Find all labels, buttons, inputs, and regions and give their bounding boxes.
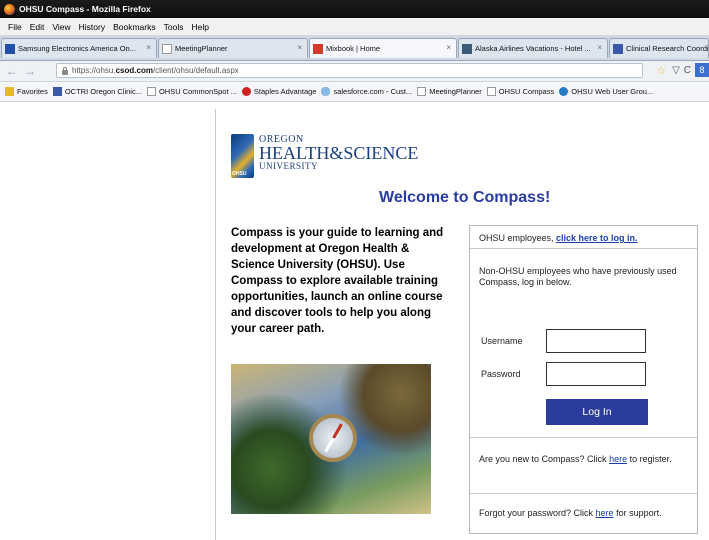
tab-label: Mixbook | Home [326, 44, 381, 53]
bookmark-staples[interactable]: Staples Advantage [241, 87, 316, 96]
search-engine-icon[interactable]: 8 [695, 63, 709, 77]
username-input[interactable] [546, 329, 646, 353]
welcome-heading: Welcome to Compass! [379, 189, 551, 206]
samsung-icon [5, 43, 15, 54]
firefox-icon [4, 3, 15, 15]
register-section: Are you new to Compass? Click here to re… [479, 454, 672, 464]
page-icon [162, 43, 172, 54]
ohsu-page-icon [613, 43, 623, 54]
tab-label: Clinical Research Coordinat [626, 44, 709, 53]
tab-close-icon[interactable]: × [446, 43, 451, 52]
tab-clinical-research[interactable]: Clinical Research Coordinat [609, 38, 709, 58]
menu-help[interactable]: Help [191, 22, 208, 32]
blank-page-icon [417, 87, 427, 96]
divider [470, 493, 697, 494]
blank-page-icon [146, 87, 156, 96]
menu-bar: File Edit View History Bookmarks Tools H… [0, 18, 709, 36]
ohsu-emblem-icon [231, 134, 254, 178]
menu-history[interactable]: History [79, 22, 105, 32]
support-link[interactable]: here [596, 508, 614, 518]
ohsu-logo[interactable]: OREGON HEALTH&SCIENCE UNIVERSITY [231, 134, 418, 178]
intro-text: Compass is your guide to learning and de… [231, 227, 444, 335]
window-title: OHSU Compass - Mozilla Firefox [19, 4, 151, 14]
bookmark-octri[interactable]: OCTRI Oregon Clinic... [52, 87, 142, 96]
page-content: OREGON HEALTH&SCIENCE UNIVERSITY Welcome… [215, 109, 709, 540]
reload-button[interactable]: C [684, 65, 691, 76]
bookmark-star-icon[interactable]: ☆ [656, 64, 666, 77]
tab-close-icon[interactable]: × [297, 43, 302, 52]
employee-login-link[interactable]: click here to log in. [556, 233, 638, 243]
password-input[interactable] [546, 362, 646, 386]
url-dropdown-icon[interactable]: ▽ [672, 65, 680, 76]
url-bar[interactable]: https://ohsu.csod.com/client/ohsu/defaul… [56, 63, 643, 78]
bookmark-salesforce[interactable]: salesforce.com - Cust... [321, 87, 412, 96]
mixbook-icon [313, 43, 323, 54]
non-ohsu-instructions: Non-OHSU employees who have previously u… [479, 266, 677, 287]
bookmark-commonspot[interactable]: OHSU CommonSpot ... [146, 87, 237, 96]
tab-mixbook[interactable]: Mixbook | Home × [309, 38, 457, 58]
staples-icon [241, 87, 251, 96]
menu-tools[interactable]: Tools [164, 22, 184, 32]
register-link[interactable]: here [609, 454, 627, 464]
tab-label: MeetingPlanner [175, 44, 228, 53]
tab-close-icon[interactable]: × [146, 43, 151, 52]
blank-page-icon [486, 87, 496, 96]
cloud-icon [321, 87, 331, 96]
password-label: Password [481, 369, 521, 379]
tab-samsung[interactable]: Samsung Electronics America On... × [1, 38, 157, 58]
login-button[interactable]: Log In [546, 399, 648, 425]
bookmark-favorites[interactable]: Favorites [5, 87, 48, 96]
menu-view[interactable]: View [52, 22, 70, 32]
menu-edit[interactable]: Edit [30, 22, 45, 32]
tab-alaska-airlines[interactable]: Alaska Airlines Vacations - Hotel ... × [458, 38, 608, 58]
bookmark-meetingplanner[interactable]: MeetingPlanner [417, 87, 482, 96]
tab-meetingplanner[interactable]: MeetingPlanner × [158, 38, 308, 58]
compass-map-image [231, 364, 431, 514]
bookmarks-bar: Favorites OCTRI Oregon Clinic... OHSU Co… [0, 82, 709, 102]
menu-bookmarks[interactable]: Bookmarks [113, 22, 156, 32]
window-title-bar: OHSU Compass - Mozilla Firefox [0, 0, 709, 18]
bookmark-ohsu-compass[interactable]: OHSU Compass [486, 87, 554, 96]
navigation-bar: ← → https://ohsu.csod.com/client/ohsu/de… [0, 61, 709, 82]
back-button[interactable]: ← [6, 64, 18, 78]
tab-label: Samsung Electronics America On... [18, 44, 136, 53]
login-panel: OHSU employees, click here to log in. No… [469, 225, 698, 534]
forgot-password-section: Forgot your password? Click here for sup… [479, 508, 662, 518]
logo-line-2: HEALTH&SCIENCE [259, 143, 419, 163]
menu-file[interactable]: File [8, 22, 22, 32]
page-icon [52, 87, 62, 96]
employee-login-section: OHSU employees, click here to log in. [470, 226, 697, 249]
lock-icon [62, 66, 68, 75]
forward-button[interactable]: → [24, 64, 36, 78]
username-label: Username [481, 336, 523, 346]
bookmark-ohsu-web-user-group[interactable]: OHSU Web User Grou... [559, 87, 653, 96]
alaska-airlines-icon [462, 43, 472, 54]
logo-line-3: UNIVERSITY [259, 161, 318, 171]
url-text: https://ohsu.csod.com/client/ohsu/defaul… [72, 66, 239, 75]
folder-icon [5, 87, 14, 96]
sharepoint-icon [559, 87, 569, 96]
compass-icon [309, 414, 357, 462]
tab-close-icon[interactable]: × [597, 43, 602, 52]
tab-strip: Samsung Electronics America On... × Meet… [0, 36, 709, 61]
nav-right-controls: ☆ ▽ C 8 [656, 63, 709, 77]
tab-label: Alaska Airlines Vacations - Hotel ... [475, 44, 591, 53]
divider [470, 437, 697, 438]
